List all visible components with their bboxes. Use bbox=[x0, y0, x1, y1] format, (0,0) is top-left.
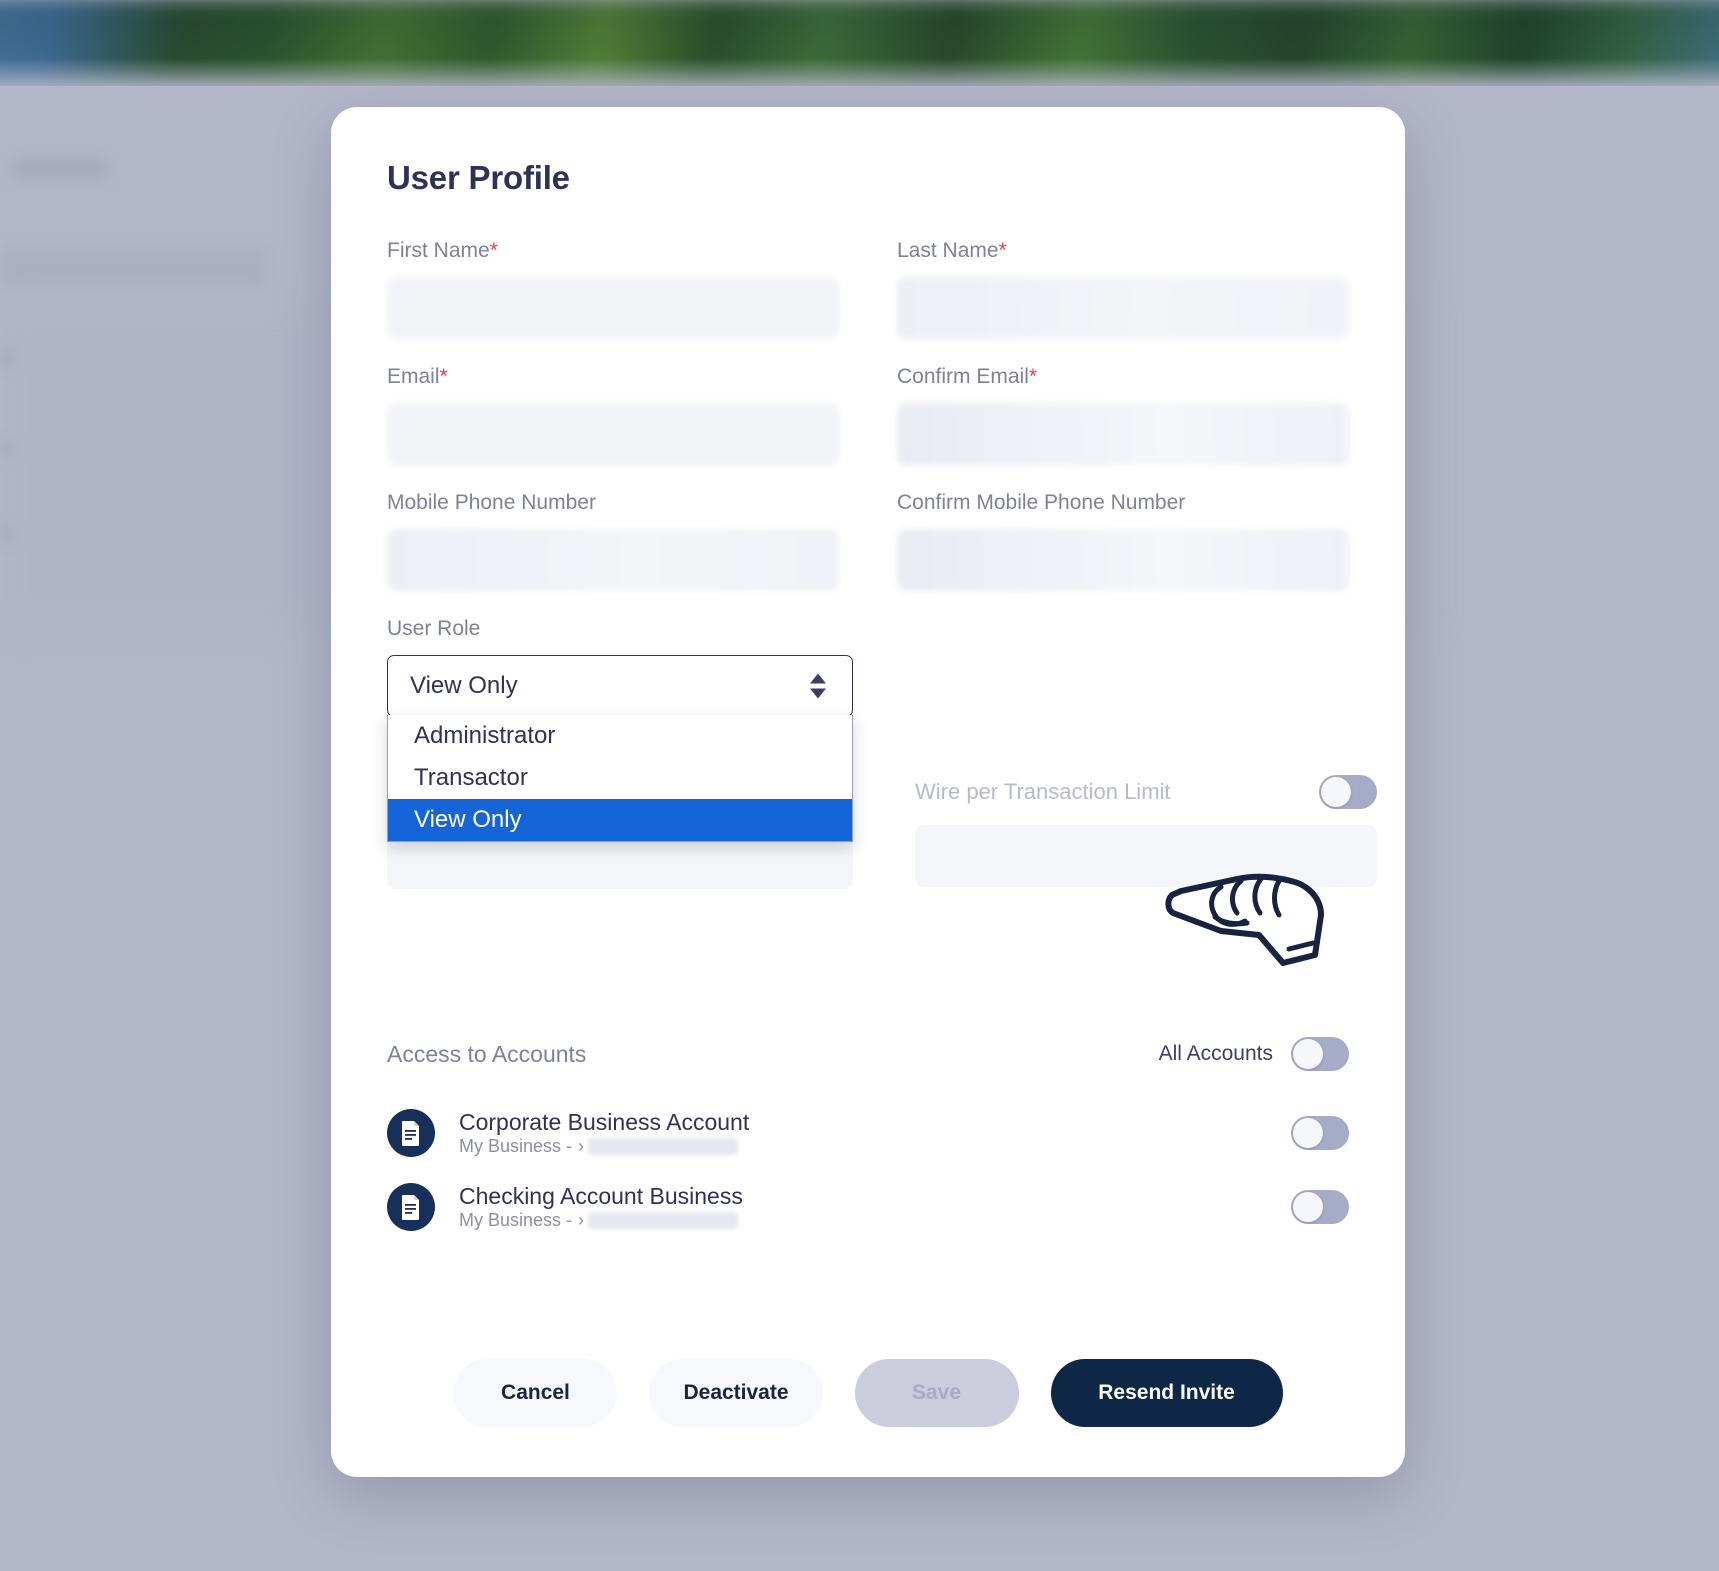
account-name: Checking Account Business bbox=[459, 1183, 743, 1209]
field-confirm-email: Confirm Email* bbox=[897, 365, 1349, 465]
form-row-email: Email* Confirm Email* bbox=[387, 365, 1349, 465]
chevron-up-icon bbox=[810, 673, 826, 684]
user-role-option-administrator[interactable]: Administrator bbox=[388, 715, 852, 757]
account-access-toggle[interactable] bbox=[1291, 1116, 1349, 1150]
background-search-card bbox=[0, 246, 268, 288]
field-email: Email* bbox=[387, 365, 839, 465]
field-label-confirm-mobile-phone: Confirm Mobile Phone Number bbox=[897, 491, 1186, 514]
page-title: User Profile bbox=[387, 159, 570, 196]
resend-invite-button[interactable]: Resend Invite bbox=[1050, 1359, 1283, 1427]
account-text: Checking Account Business My Business - … bbox=[459, 1183, 1291, 1231]
wire-limit-toggle[interactable] bbox=[1319, 775, 1377, 809]
account-subtitle: My Business - › bbox=[459, 1136, 1291, 1157]
mobile-phone-input[interactable] bbox=[387, 529, 839, 591]
required-asterisk: * bbox=[998, 239, 1007, 262]
wire-limit-block: Wire per Transaction Limit bbox=[915, 775, 1377, 887]
field-label-confirm-email: Confirm Email* bbox=[897, 365, 1038, 388]
chevron-down-icon bbox=[810, 688, 826, 699]
email-input[interactable] bbox=[387, 403, 839, 465]
deactivate-button[interactable]: Deactivate bbox=[649, 1359, 823, 1427]
account-number-masked bbox=[588, 1212, 739, 1229]
confirm-email-input[interactable] bbox=[897, 403, 1349, 465]
last-name-input[interactable] bbox=[897, 277, 1349, 339]
account-name: Corporate Business Account bbox=[459, 1109, 750, 1135]
field-mobile-phone: Mobile Phone Number bbox=[387, 491, 839, 591]
account-list-item[interactable]: Checking Account Business My Business - … bbox=[387, 1183, 1349, 1231]
form-row-name: First Name* Last Name* bbox=[387, 239, 1349, 339]
account-text: Corporate Business Account My Business -… bbox=[459, 1109, 1291, 1157]
toggle-knob bbox=[1321, 777, 1351, 807]
background-list-row bbox=[0, 440, 12, 458]
page-root: User Profile First Name* Last Name* Emai… bbox=[0, 0, 1719, 1571]
required-asterisk: * bbox=[439, 365, 448, 388]
toggle-knob bbox=[1293, 1118, 1323, 1148]
confirm-mobile-phone-input[interactable] bbox=[897, 529, 1349, 591]
user-role-block: User Role View Only Administrator Transa… bbox=[387, 617, 1377, 889]
required-asterisk: * bbox=[489, 239, 498, 262]
field-first-name: First Name* bbox=[387, 239, 839, 339]
required-asterisk: * bbox=[1028, 365, 1038, 388]
all-accounts-toggle[interactable] bbox=[1291, 1037, 1349, 1071]
account-list-item[interactable]: Corporate Business Account My Business -… bbox=[387, 1109, 1349, 1157]
cancel-button[interactable]: Cancel bbox=[453, 1359, 618, 1427]
save-button: Save bbox=[854, 1359, 1019, 1427]
field-last-name: Last Name* bbox=[897, 239, 1349, 339]
account-sub-prefix: My Business - bbox=[459, 1136, 573, 1156]
toggle-knob bbox=[1293, 1039, 1323, 1069]
access-section-title: Access to Accounts bbox=[387, 1040, 587, 1067]
user-role-option-view-only[interactable]: View Only bbox=[388, 799, 852, 841]
background-list-row bbox=[0, 350, 14, 368]
all-accounts-label: All Accounts bbox=[1158, 1042, 1273, 1065]
account-sub-prefix: My Business - bbox=[459, 1210, 573, 1230]
field-label-user-role: User Role bbox=[387, 617, 481, 640]
all-accounts-control: All Accounts bbox=[1159, 1037, 1349, 1071]
account-sub-masked-char: › bbox=[578, 1136, 585, 1156]
account-sub-masked-char: › bbox=[578, 1210, 585, 1230]
account-subtitle: My Business - › bbox=[459, 1210, 1291, 1231]
field-confirm-mobile-phone: Confirm Mobile Phone Number bbox=[897, 491, 1349, 591]
account-number-masked bbox=[588, 1138, 739, 1155]
statement-icon bbox=[387, 1183, 435, 1231]
form-row-mobile: Mobile Phone Number Confirm Mobile Phone… bbox=[387, 491, 1349, 591]
toggle-knob bbox=[1293, 1192, 1323, 1222]
user-role-option-transactor[interactable]: Transactor bbox=[388, 757, 852, 799]
wire-limit-input[interactable] bbox=[915, 825, 1377, 887]
select-stepper-arrows-icon bbox=[810, 673, 826, 699]
modal-footer: Cancel Deactivate Save Resend Invite bbox=[387, 1359, 1349, 1427]
wire-limit-label: Wire per Transaction Limit bbox=[915, 779, 1171, 804]
user-profile-modal: User Profile First Name* Last Name* Emai… bbox=[331, 107, 1405, 1477]
field-label-mobile-phone: Mobile Phone Number bbox=[387, 491, 596, 514]
background-page-title bbox=[12, 158, 108, 180]
user-role-dropdown-list[interactable]: Administrator Transactor View Only bbox=[387, 715, 853, 842]
field-label-email: Email* bbox=[387, 365, 448, 388]
access-header: Access to Accounts All Accounts bbox=[387, 1037, 1349, 1071]
access-to-accounts-section: Access to Accounts All Accounts Corporat… bbox=[387, 1037, 1349, 1257]
field-label-last-name: Last Name* bbox=[897, 239, 1007, 262]
first-name-input[interactable] bbox=[387, 277, 839, 339]
account-access-toggle[interactable] bbox=[1291, 1190, 1349, 1224]
statement-icon bbox=[387, 1109, 435, 1157]
wire-limit-header: Wire per Transaction Limit bbox=[915, 775, 1377, 809]
background-list-row bbox=[0, 525, 12, 543]
user-role-select[interactable]: View Only bbox=[387, 655, 853, 717]
field-label-first-name: First Name* bbox=[387, 239, 498, 262]
user-role-selected-value: View Only bbox=[410, 672, 518, 699]
